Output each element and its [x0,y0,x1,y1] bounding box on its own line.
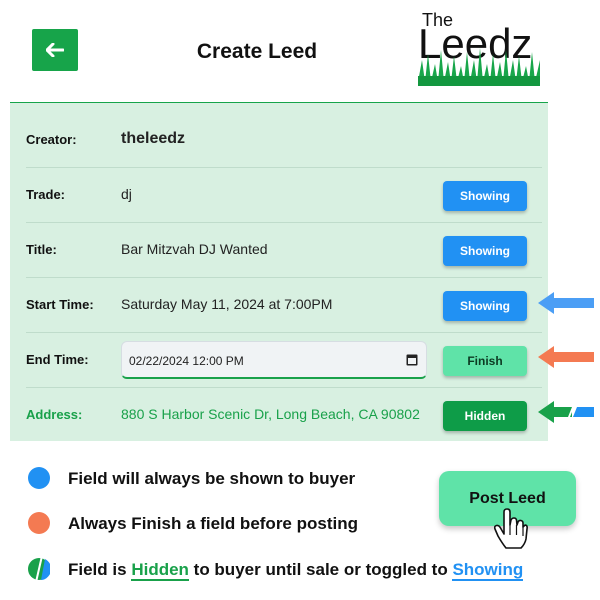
leed-form: Creator: theleedz Trade: dj Showing Titl… [10,102,548,441]
trade-label: Trade: [26,187,66,202]
legend-showing-word: Showing [452,560,524,581]
orange-dot-icon [28,512,50,534]
legend-hidden-prefix: Field is [68,560,127,579]
title-row: Title: Bar Mitzvah DJ Wanted Showing [26,223,542,278]
green-blue-arrow-icon [538,401,594,423]
end-time-input-value: 02/22/2024 12:00 PM [129,354,244,368]
trade-toggle-button[interactable]: Showing [443,181,527,211]
end-time-label: End Time: [26,352,89,367]
legend-showing-text: Field will always be shown to buyer [68,469,356,488]
end-time-finish-button[interactable]: Finish [443,346,527,376]
start-time-value: Saturday May 11, 2024 at 7:00PM [121,296,333,312]
page-title: Create Leed [196,40,318,63]
trade-row: Trade: dj Showing [26,168,542,223]
address-label: Address: [26,407,83,422]
logo: The Leedz [418,8,540,86]
pointer-hand-icon [494,508,528,549]
blue-dot-icon [28,467,50,489]
calendar-icon[interactable] [406,353,418,366]
legend-hidden-word: Hidden [131,560,189,581]
blue-arrow-icon [538,292,594,314]
start-time-row: Start Time: Saturday May 11, 2024 at 7:0… [26,278,542,333]
grass-icon [418,48,540,86]
arrow-left-icon [46,43,64,57]
creator-label: Creator: [26,132,77,147]
address-value: 880 S Harbor Scenic Dr, Long Beach, CA 9… [121,406,420,422]
legend-hidden-text: Field is Hidden to buyer until sale or t… [68,560,524,581]
start-time-label: Start Time: [26,297,94,312]
end-time-row: End Time: 02/22/2024 12:00 PM Finish [26,333,542,388]
orange-arrow-icon [538,346,594,368]
trade-value: dj [121,186,132,202]
legend-finish-text: Always Finish a field before posting [68,514,358,533]
end-time-input[interactable]: 02/22/2024 12:00 PM [121,341,427,379]
title-label: Title: [26,242,57,257]
split-dot-icon [28,558,50,580]
creator-row: Creator: theleedz [26,113,542,168]
creator-value: theleedz [121,130,186,147]
back-button[interactable] [32,29,78,71]
address-toggle-button[interactable]: Hidden [443,401,527,431]
start-time-toggle-button[interactable]: Showing [443,291,527,321]
address-row: Address: 880 S Harbor Scenic Dr, Long Be… [26,388,542,442]
title-toggle-button[interactable]: Showing [443,236,527,266]
title-value: Bar Mitzvah DJ Wanted [121,241,268,257]
legend-hidden-middle: to buyer until sale or toggled to [193,560,448,579]
